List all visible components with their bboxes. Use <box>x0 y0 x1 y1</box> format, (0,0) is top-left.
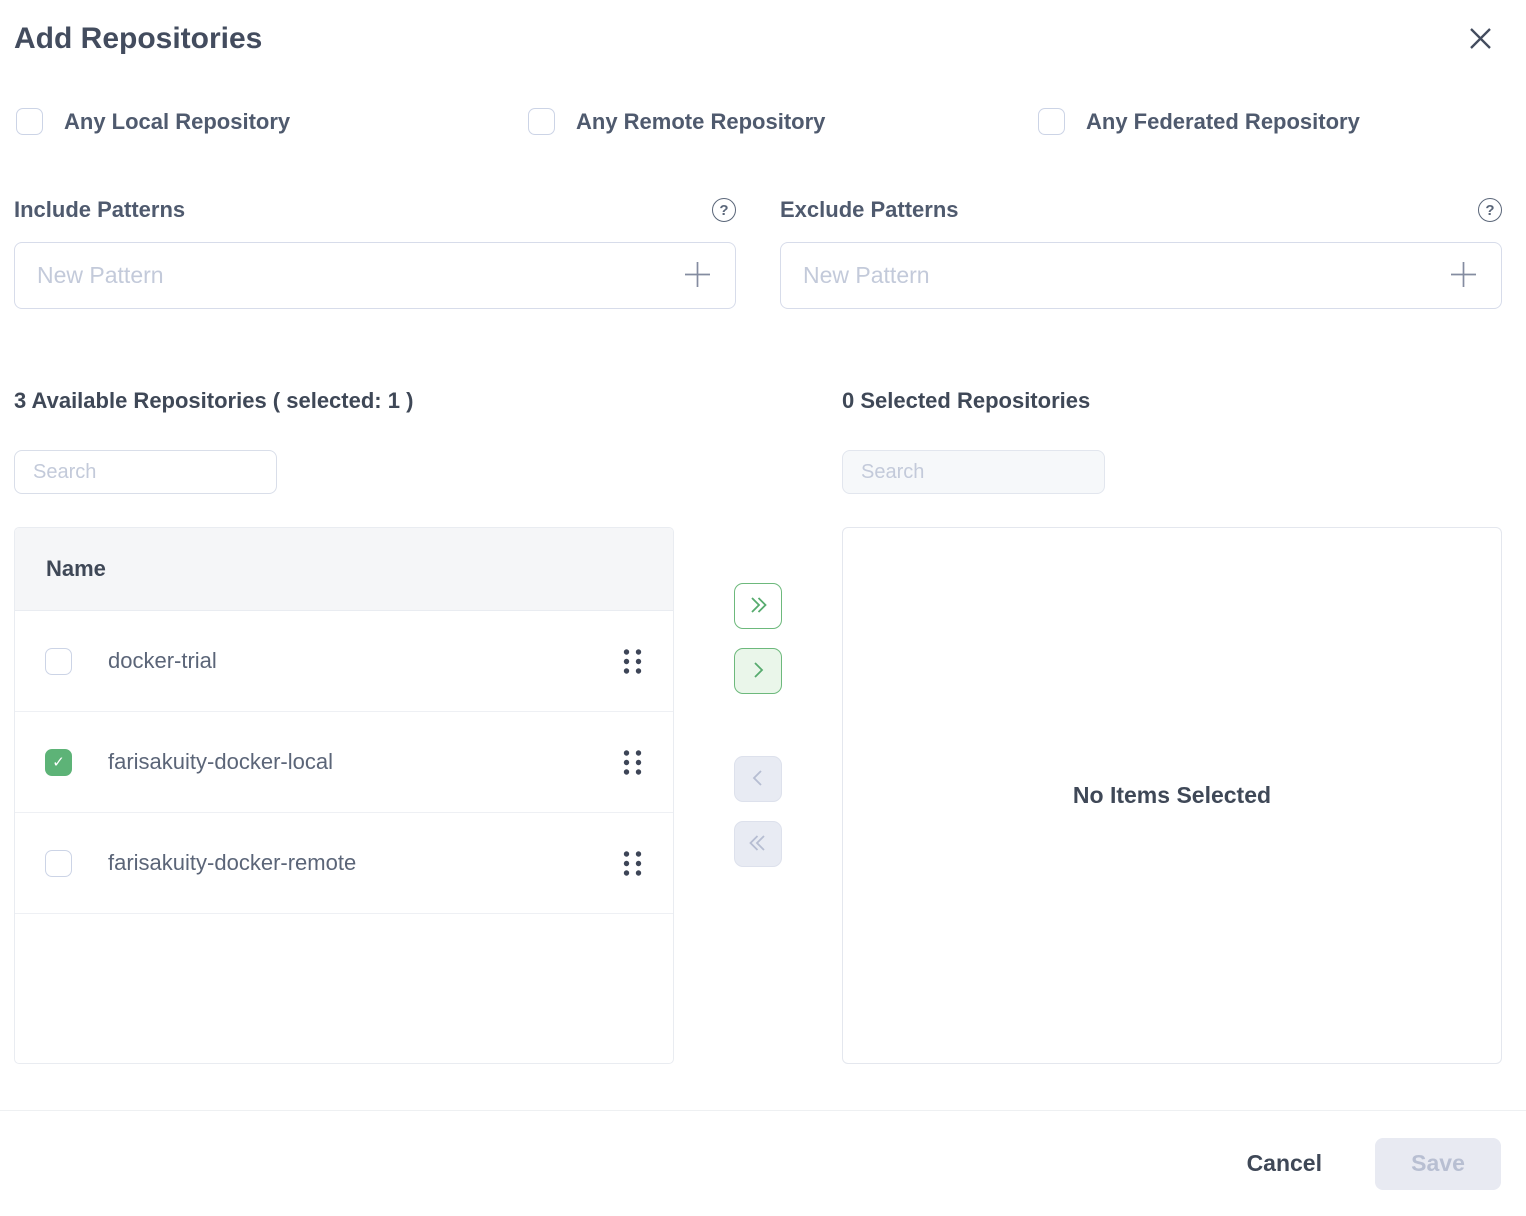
checkbox-unchecked-icon <box>16 108 43 135</box>
table-row: docker-trial <box>15 611 673 712</box>
include-patterns-label: Include Patterns <box>14 197 185 223</box>
available-repositories-table: Name docker-trial ✓ farisakuity-docker-l… <box>14 527 674 1064</box>
drag-handle-icon[interactable] <box>621 648 643 675</box>
available-search-input[interactable] <box>14 450 277 494</box>
checkbox-unchecked-icon <box>528 108 555 135</box>
plus-icon <box>1448 259 1479 293</box>
double-chevron-right-icon <box>745 592 771 621</box>
save-button[interactable]: Save <box>1375 1138 1501 1190</box>
cancel-button[interactable]: Cancel <box>1247 1150 1322 1177</box>
repository-name: farisakuity-docker-remote <box>108 850 621 876</box>
add-include-pattern-button[interactable] <box>681 260 713 292</box>
any-local-repository-checkbox[interactable]: Any Local Repository <box>16 108 528 135</box>
transfer-buttons <box>733 583 783 867</box>
checkbox-label: Any Local Repository <box>64 109 290 135</box>
repository-type-filters: Any Local Repository Any Remote Reposito… <box>16 108 1360 135</box>
table-row: ✓ farisakuity-docker-local <box>15 712 673 813</box>
close-icon <box>1465 23 1496 57</box>
patterns-section: Include Patterns ? Exclude Patterns ? <box>14 196 1502 309</box>
exclude-patterns-section: Exclude Patterns ? <box>780 196 1502 309</box>
add-exclude-pattern-button[interactable] <box>1447 260 1479 292</box>
row-checkbox[interactable] <box>45 648 72 675</box>
checkbox-label: Any Federated Repository <box>1086 109 1360 135</box>
include-pattern-field <box>14 242 736 309</box>
dialog-footer: Cancel Save <box>0 1110 1526 1216</box>
move-left-button[interactable] <box>734 756 782 802</box>
drag-handle-icon[interactable] <box>621 850 643 877</box>
double-chevron-left-icon <box>745 830 771 859</box>
selected-search-input[interactable] <box>842 450 1105 494</box>
add-repositories-dialog: Add Repositories Any Local Repository An… <box>0 0 1526 1216</box>
chevron-left-icon <box>745 765 771 794</box>
row-checkbox[interactable] <box>45 850 72 877</box>
repository-name: farisakuity-docker-local <box>108 749 621 775</box>
dialog-title: Add Repositories <box>14 22 262 56</box>
row-checkbox-checked[interactable]: ✓ <box>45 749 72 776</box>
selected-repositories-panel: 0 Selected Repositories No Items Selecte… <box>842 388 1502 1064</box>
available-repositories-panel: 3 Available Repositories ( selected: 1 )… <box>14 388 674 1064</box>
close-button[interactable] <box>1462 22 1498 58</box>
plus-icon <box>682 259 713 293</box>
any-remote-repository-checkbox[interactable]: Any Remote Repository <box>528 108 1038 135</box>
checkbox-label: Any Remote Repository <box>576 109 825 135</box>
drag-handle-icon[interactable] <box>621 749 643 776</box>
selected-repositories-heading: 0 Selected Repositories <box>842 388 1502 416</box>
chevron-right-icon <box>745 657 771 686</box>
move-all-left-button[interactable] <box>734 821 782 867</box>
exclude-pattern-input[interactable] <box>803 262 1447 289</box>
help-icon[interactable]: ? <box>1478 198 1502 222</box>
table-header-name: Name <box>15 528 673 611</box>
move-right-button[interactable] <box>734 648 782 694</box>
move-all-right-button[interactable] <box>734 583 782 629</box>
include-patterns-section: Include Patterns ? <box>14 196 736 309</box>
empty-state-message: No Items Selected <box>1073 782 1271 809</box>
exclude-pattern-field <box>780 242 1502 309</box>
exclude-patterns-label: Exclude Patterns <box>780 197 959 223</box>
repository-name: docker-trial <box>108 648 621 674</box>
help-icon[interactable]: ? <box>712 198 736 222</box>
table-row: farisakuity-docker-remote <box>15 813 673 914</box>
selected-repositories-list: No Items Selected <box>842 527 1502 1064</box>
include-pattern-input[interactable] <box>37 262 681 289</box>
available-repositories-heading: 3 Available Repositories ( selected: 1 ) <box>14 388 674 416</box>
checkbox-unchecked-icon <box>1038 108 1065 135</box>
any-federated-repository-checkbox[interactable]: Any Federated Repository <box>1038 108 1360 135</box>
